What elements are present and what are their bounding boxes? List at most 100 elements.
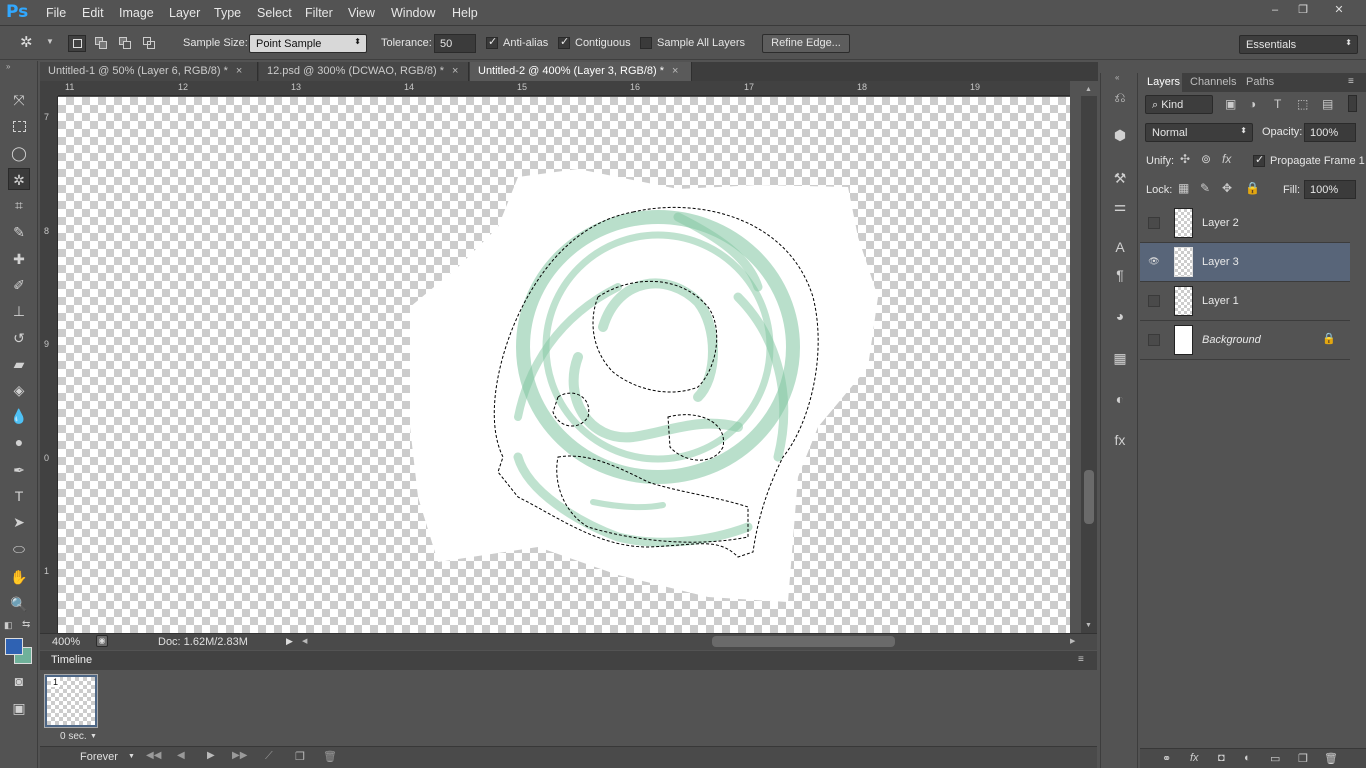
menu-window[interactable]: Window — [391, 6, 435, 20]
menu-type[interactable]: Type — [214, 6, 241, 20]
character-panel-icon[interactable]: A — [1109, 236, 1131, 258]
layer-filter-dropdown[interactable]: ⌕ Kind — [1145, 95, 1213, 114]
adjustments-panel-icon[interactable]: ◐ — [1109, 388, 1131, 410]
scroll-right-icon[interactable]: ▶ — [1070, 637, 1075, 645]
scroll-down-icon[interactable]: ▼ — [1085, 622, 1092, 629]
anti-alias-checkbox[interactable] — [486, 35, 498, 49]
image-filter-icon[interactable]: ▣ — [1225, 97, 1236, 111]
sample-size-dropdown[interactable]: Point Sample ⬍ — [249, 34, 367, 53]
menu-select[interactable]: Select — [257, 6, 292, 20]
subtract-from-selection-icon[interactable] — [119, 37, 131, 49]
chevron-down-icon[interactable]: ▼ — [90, 733, 97, 740]
chevron-down-icon[interactable]: ▼ — [128, 753, 135, 760]
frame-delay[interactable]: 0 sec. — [60, 731, 87, 742]
visibility-toggle[interactable] — [1148, 217, 1160, 229]
brush-tool-icon[interactable]: ✐ — [8, 274, 30, 296]
loop-option[interactable]: Forever — [80, 751, 118, 763]
smart-object-filter-icon[interactable]: ▤ — [1322, 97, 1333, 111]
unify-visibility-icon[interactable]: ⊚ — [1201, 152, 1211, 166]
blend-mode-dropdown[interactable]: Normal ⬍ — [1145, 123, 1253, 142]
layer-row-layer-1[interactable]: Layer 1 — [1140, 282, 1350, 321]
type-filter-icon[interactable]: T — [1274, 97, 1281, 111]
history-panel-icon[interactable]: ⎌ — [1109, 86, 1131, 108]
close-icon[interactable]: × — [236, 65, 242, 77]
close-icon[interactable]: × — [672, 65, 678, 77]
info-icon[interactable]: ◉ — [96, 635, 108, 647]
magic-wand-tool-icon[interactable]: ✲ — [8, 168, 30, 190]
duplicate-frame-icon[interactable]: ❐ — [295, 750, 305, 763]
scroll-left-icon[interactable]: ◀ — [302, 637, 307, 645]
delete-layer-icon[interactable]: 🗑 — [1324, 752, 1338, 765]
paragraph-panel-icon[interactable]: ¶ — [1109, 264, 1131, 286]
collapse-icon[interactable]: « — [1115, 73, 1119, 82]
horizontal-scroll-thumb[interactable] — [712, 636, 895, 647]
tab-paths[interactable]: Paths — [1246, 76, 1274, 88]
pen-tool-icon[interactable]: ✒ — [8, 459, 30, 481]
swatches-panel-icon[interactable]: ◕ — [1109, 305, 1131, 327]
next-frame-icon[interactable]: ▶▶ — [232, 750, 247, 761]
lasso-tool-icon[interactable]: ◯ — [8, 142, 30, 164]
hand-tool-icon[interactable]: ✋ — [8, 566, 30, 588]
type-tool-icon[interactable]: T — [8, 485, 30, 507]
fill-input[interactable]: 100% — [1304, 180, 1356, 199]
dodge-tool-icon[interactable]: ● — [8, 431, 30, 453]
layer-row-layer-3[interactable]: 👁 Layer 3 — [1140, 243, 1350, 282]
tab-channels[interactable]: Channels — [1190, 76, 1236, 88]
document-canvas[interactable] — [58, 97, 1070, 633]
marquee-tool-icon[interactable] — [8, 116, 30, 138]
foreground-color-swatch[interactable] — [5, 638, 23, 655]
lock-transparent-icon[interactable]: ▦ — [1178, 181, 1189, 195]
shape-filter-icon[interactable]: ⬚ — [1297, 97, 1308, 111]
tab-12-psd[interactable]: 12.psd @ 300% (DCWAO, RGB/8) * × — [259, 62, 469, 81]
default-colors-icon[interactable]: ◧ — [4, 620, 13, 631]
intersect-selection-icon[interactable] — [143, 37, 155, 49]
clone-stamp-tool-icon[interactable]: ⊥ — [8, 300, 30, 322]
menu-layer[interactable]: Layer — [169, 6, 200, 20]
quick-mask-icon[interactable]: ◙ — [8, 670, 30, 692]
lock-pixels-icon[interactable]: ✎ — [1200, 181, 1210, 195]
tab-untitled-1[interactable]: Untitled-1 @ 50% (Layer 6, RGB/8) * × — [40, 62, 258, 81]
magic-wand-preset-icon[interactable]: ✲ — [20, 33, 33, 51]
eyedropper-tool-icon[interactable]: ✎ — [8, 221, 30, 243]
move-tool-icon[interactable]: ⤧ — [8, 89, 30, 111]
screen-mode-icon[interactable]: ▣ — [8, 697, 30, 719]
menu-filter[interactable]: Filter — [305, 6, 333, 20]
brush-presets-icon[interactable]: ⚌ — [1109, 195, 1131, 217]
add-to-selection-icon[interactable] — [95, 37, 107, 49]
lock-position-icon[interactable]: ✥ — [1222, 181, 1232, 195]
tab-untitled-2[interactable]: Untitled-2 @ 400% (Layer 3, RGB/8) * × — [470, 62, 692, 81]
paint-bucket-tool-icon[interactable]: ◈ — [8, 379, 30, 401]
vertical-scroll-thumb[interactable] — [1084, 470, 1094, 524]
zoom-level[interactable]: 400% — [52, 636, 80, 648]
menu-view[interactable]: View — [348, 6, 375, 20]
tolerance-input[interactable]: 50 — [434, 34, 476, 53]
crop-tool-icon[interactable]: ⌗ — [8, 194, 30, 216]
menu-help[interactable]: Help — [452, 6, 478, 20]
new-layer-icon[interactable]: ❐ — [1298, 752, 1308, 765]
new-adjustment-icon[interactable]: ◐ — [1244, 752, 1251, 764]
zoom-tool-icon[interactable]: 🔍 — [8, 593, 30, 615]
menu-file[interactable]: File — [46, 6, 66, 20]
add-style-icon[interactable]: fx — [1190, 752, 1199, 764]
minimize-button[interactable]: – — [1262, 2, 1288, 18]
visibility-toggle[interactable] — [1148, 334, 1160, 346]
lock-all-icon[interactable]: 🔒 — [1245, 181, 1260, 195]
delete-frame-icon[interactable]: 🗑 — [323, 750, 337, 763]
add-mask-icon[interactable]: ◘ — [1218, 752, 1225, 764]
close-icon[interactable]: × — [452, 65, 458, 77]
navigator-panel-icon[interactable]: ▦ — [1109, 347, 1131, 369]
styles-panel-icon[interactable]: fx — [1109, 429, 1131, 451]
menu-image[interactable]: Image — [119, 6, 154, 20]
visibility-toggle[interactable] — [1148, 295, 1160, 307]
sample-all-layers-checkbox[interactable] — [640, 37, 652, 49]
propagate-frame-checkbox[interactable] — [1253, 153, 1265, 167]
eye-icon[interactable]: 👁 — [1148, 256, 1160, 268]
new-selection-icon[interactable] — [68, 35, 86, 52]
eraser-tool-icon[interactable]: ▰ — [8, 353, 30, 375]
previous-frame-icon[interactable]: ◀ — [177, 750, 185, 761]
restore-button[interactable]: ❐ — [1290, 2, 1316, 18]
animation-frame[interactable]: 1 — [44, 674, 98, 728]
layer-row-background[interactable]: Background 🔒 — [1140, 321, 1350, 360]
swap-colors-icon[interactable]: ⇆ — [22, 619, 30, 630]
vertical-scrollbar[interactable]: ▲ ▼ — [1081, 86, 1097, 633]
